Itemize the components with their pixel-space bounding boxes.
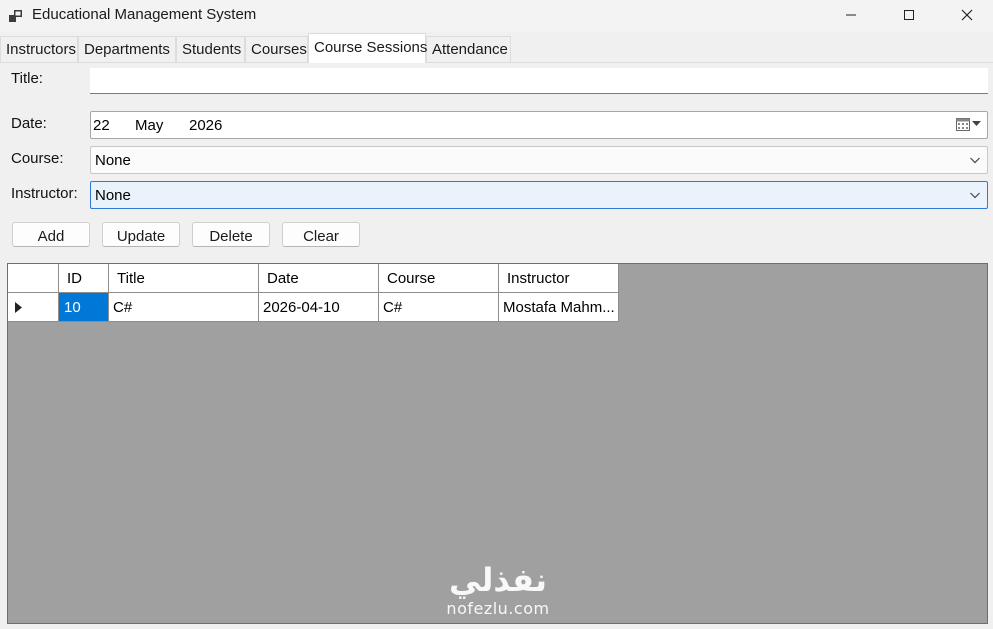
date-month[interactable]: May — [135, 117, 163, 134]
cell-id[interactable]: 10 — [59, 293, 109, 322]
grid-corner-header[interactable] — [8, 264, 59, 293]
watermark-latin: nofezlu.com — [446, 599, 550, 618]
title-input[interactable] — [90, 68, 988, 94]
date-year[interactable]: 2026 — [189, 117, 222, 134]
instructor-label: Instructor: — [11, 185, 78, 202]
tab-strip: Instructors Departments Students Courses… — [0, 33, 993, 63]
row-header[interactable] — [8, 293, 59, 322]
clear-button[interactable]: Clear — [282, 222, 360, 247]
dropdown-arrow-icon — [972, 121, 981, 126]
chevron-down-icon — [970, 157, 980, 164]
delete-button[interactable]: Delete — [192, 222, 270, 247]
title-bar: Educational Management System — [0, 0, 993, 32]
column-header-instructor[interactable]: Instructor — [499, 264, 619, 293]
title-label: Title: — [11, 70, 43, 87]
column-header-course[interactable]: Course — [379, 264, 499, 293]
column-header-date[interactable]: Date — [259, 264, 379, 293]
maximize-button[interactable] — [880, 0, 938, 30]
course-select[interactable]: None — [90, 146, 988, 174]
tab-instructors[interactable]: Instructors — [0, 36, 78, 62]
course-label: Course: — [11, 150, 64, 167]
watermark: نفذلي nofezlu.com — [437, 560, 559, 626]
calendar-icon — [956, 118, 970, 131]
current-row-arrow-icon — [15, 302, 22, 313]
close-icon — [961, 9, 973, 21]
tab-departments[interactable]: Departments — [78, 36, 176, 62]
minimize-icon — [846, 14, 856, 16]
chevron-down-icon — [970, 192, 980, 199]
close-button[interactable] — [938, 0, 993, 30]
course-select-value: None — [95, 152, 131, 169]
app-window-icon — [8, 8, 24, 24]
date-picker[interactable]: 22 May 2026 — [90, 111, 988, 139]
instructor-select[interactable]: None — [90, 181, 988, 209]
column-header-id[interactable]: ID — [59, 264, 109, 293]
cell-instructor[interactable]: Mostafa Mahm... — [499, 293, 619, 322]
instructor-select-value: None — [95, 187, 131, 204]
minimize-button[interactable] — [822, 0, 880, 30]
calendar-dropdown-icon[interactable] — [956, 117, 981, 131]
column-header-title[interactable]: Title — [109, 264, 259, 293]
tab-course-sessions[interactable]: Course Sessions — [308, 33, 427, 63]
add-button[interactable]: Add — [12, 222, 90, 247]
update-button[interactable]: Update — [102, 222, 180, 247]
maximize-icon — [904, 10, 914, 20]
tab-students[interactable]: Students — [176, 36, 245, 62]
cell-date[interactable]: 2026-04-10 — [259, 293, 379, 322]
window-title: Educational Management System — [32, 6, 257, 23]
tab-courses[interactable]: Courses — [245, 36, 308, 62]
watermark-arabic: نفذلي — [449, 561, 547, 599]
tab-attendance[interactable]: Attendance — [426, 36, 511, 62]
date-day[interactable]: 22 — [93, 117, 110, 134]
date-label: Date: — [11, 115, 47, 132]
cell-title[interactable]: C# — [109, 293, 259, 322]
cell-course[interactable]: C# — [379, 293, 499, 322]
